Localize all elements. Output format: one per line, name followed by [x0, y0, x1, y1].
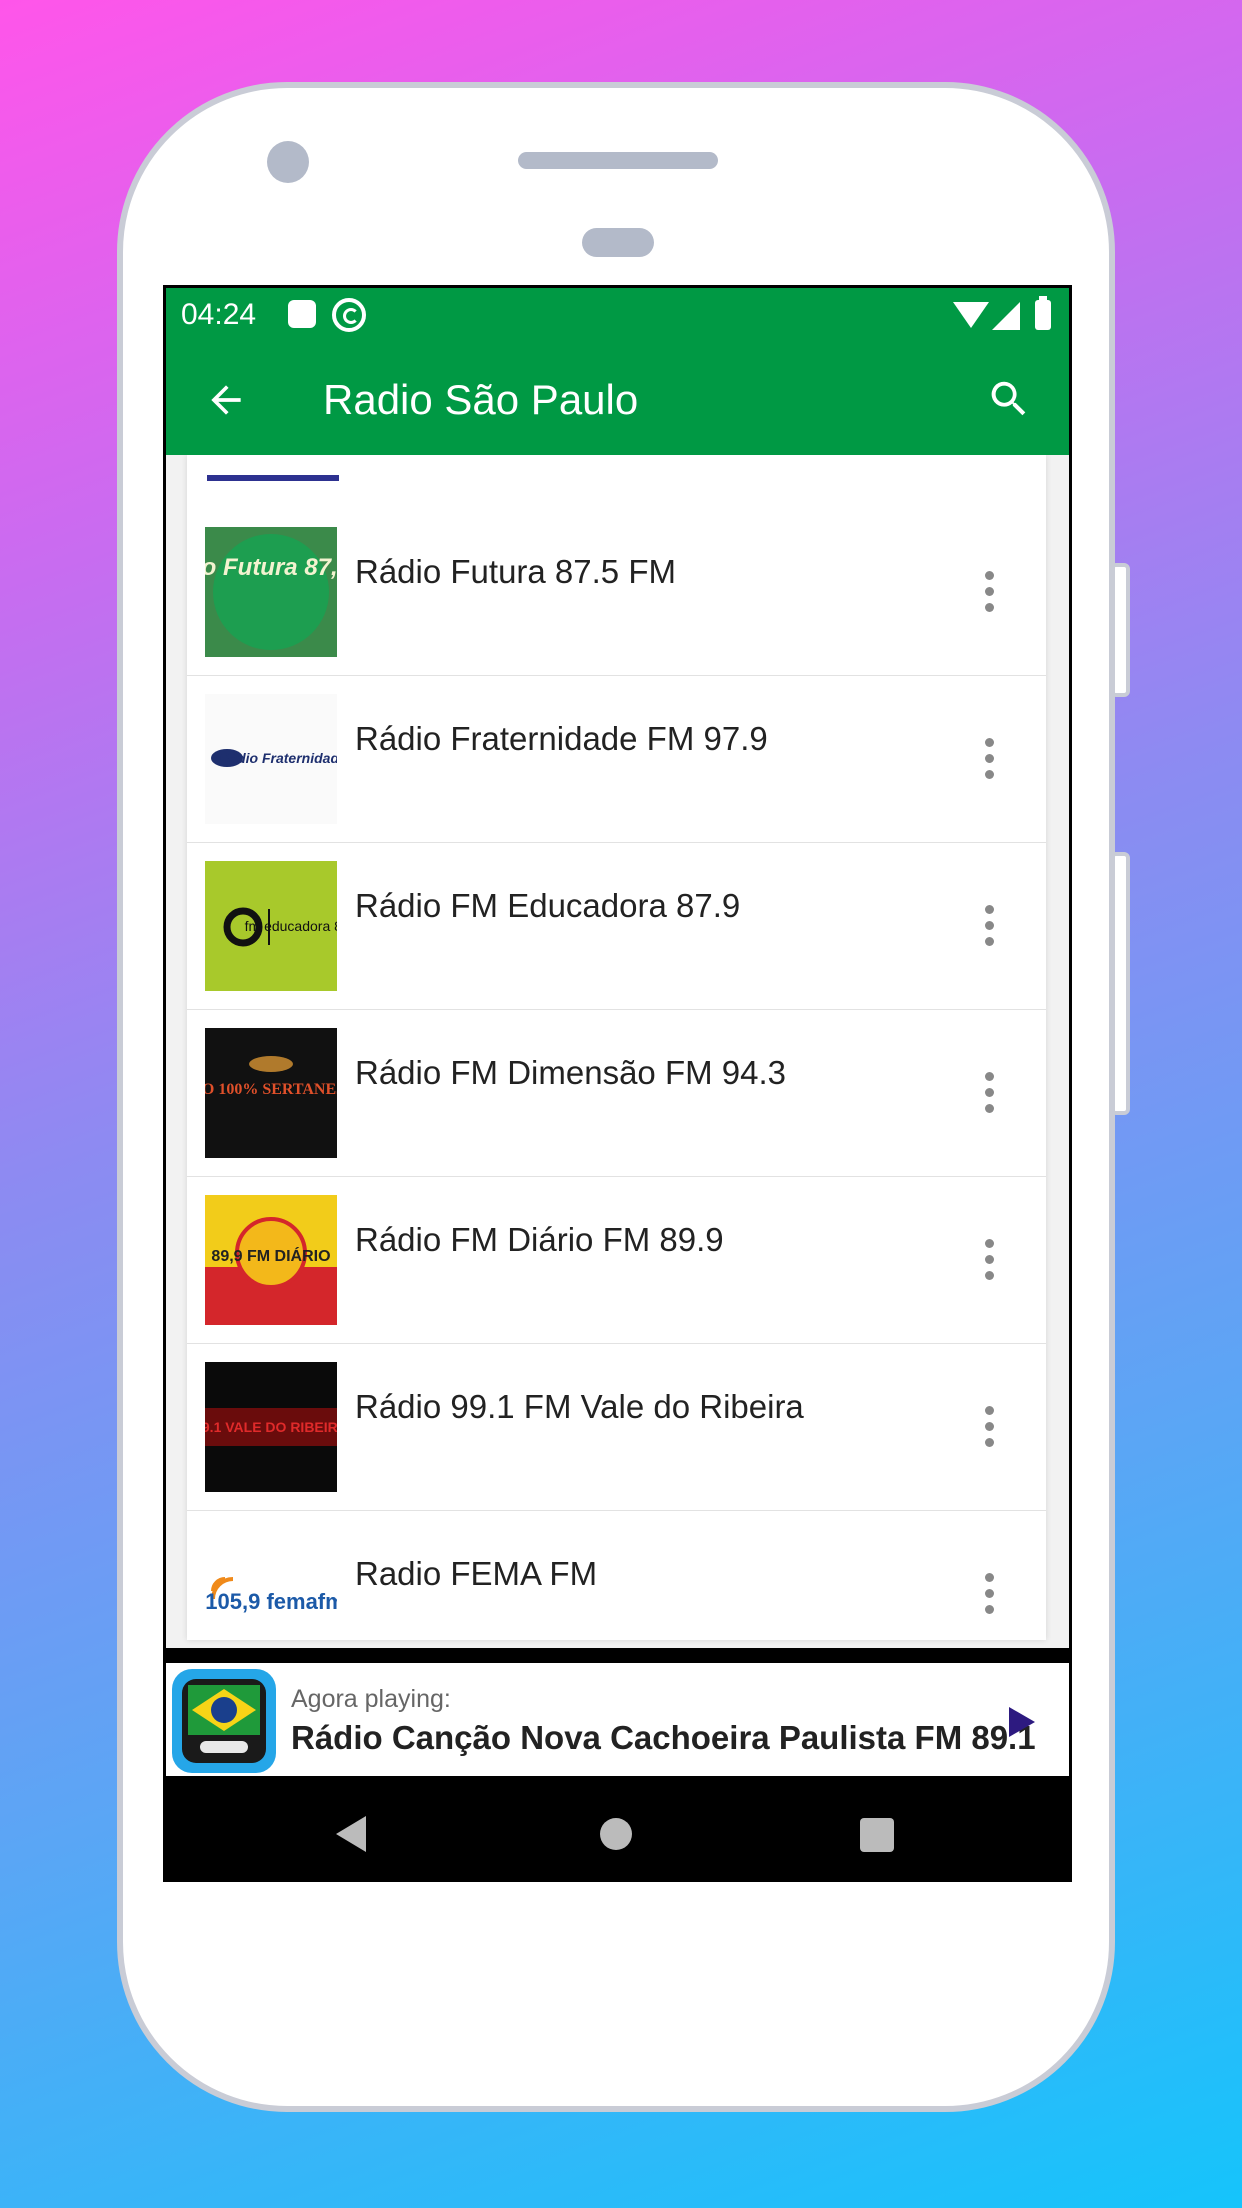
- station-item-educadora[interactable]: fm educadora 87.9 Rádio FM Educadora 87.…: [187, 843, 1046, 1011]
- station-item-diario[interactable]: 89,9 FM DIÁRIO Rádio FM Diário FM 89.9: [187, 1177, 1046, 1345]
- now-playing-label: Agora playing:: [291, 1685, 451, 1713]
- front-camera: [267, 141, 309, 183]
- station-logo: 89,9 FM DIÁRIO: [205, 1195, 337, 1325]
- page-title: Radio São Paulo: [323, 376, 639, 423]
- search-icon[interactable]: [986, 376, 1032, 422]
- station-logo: fm educadora 87.9: [205, 861, 337, 991]
- now-playing-bar[interactable]: Agora playing: Rádio Canção Nova Cachoei…: [166, 1663, 1069, 1776]
- more-vert-icon[interactable]: [982, 1239, 996, 1281]
- station-logo: Radio Futura 87,5 FM: [205, 527, 337, 657]
- nav-home-icon[interactable]: [600, 1818, 632, 1850]
- logo-text: 89,9 FM DIÁRIO: [211, 1246, 330, 1265]
- station-item-dimensao[interactable]: DIMENSÃO 100% SERTANEJA 94.3 FM Rádio FM…: [187, 1010, 1046, 1178]
- wifi-icon: [953, 302, 989, 328]
- station-item-futura[interactable]: Radio Futura 87,5 FM Rádio Futura 87.5 F…: [187, 509, 1046, 677]
- more-vert-icon[interactable]: [982, 1573, 996, 1615]
- more-vert-icon[interactable]: [982, 738, 996, 780]
- notification-at-icon: [332, 298, 366, 332]
- more-vert-icon[interactable]: [982, 1406, 996, 1448]
- station-list[interactable]: Radio Futura 87,5 FM Rádio Futura 87.5 F…: [187, 455, 1046, 1640]
- station-logo: Rádio Fraternidade: [205, 694, 337, 824]
- logo-text: DIMENSÃO 100% SERTANEJA 94.3 FM: [205, 1079, 337, 1098]
- play-icon[interactable]: [1009, 1707, 1035, 1737]
- earpiece-speaker: [518, 152, 718, 169]
- more-vert-icon[interactable]: [982, 905, 996, 947]
- arrow-left-icon[interactable]: [204, 378, 248, 422]
- logo-text: fm educadora 87.9: [245, 918, 337, 934]
- list-item-partial: [187, 455, 1046, 511]
- station-name: Rádio FM Educadora 87.9: [355, 887, 741, 924]
- now-playing-title: Rádio Canção Nova Cachoeira Paulista FM …: [291, 1719, 1036, 1756]
- station-logo: DIMENSÃO 100% SERTANEJA 94.3 FM: [205, 1028, 337, 1158]
- station-item-fema[interactable]: 105,9 femafm Radio FEMA FM: [187, 1511, 1046, 1640]
- nav-back-icon[interactable]: [336, 1816, 366, 1852]
- station-name: Rádio FM Diário FM 89.9: [355, 1221, 724, 1258]
- more-vert-icon[interactable]: [982, 1072, 996, 1114]
- notification-square-icon: [288, 300, 316, 328]
- station-name: Rádio Futura 87.5 FM: [355, 553, 676, 590]
- status-bar: 04:24: [166, 288, 1069, 342]
- battery-icon: [1035, 296, 1051, 330]
- system-nav-bar: [163, 1776, 1072, 1882]
- station-name: Rádio 99.1 FM Vale do Ribeira: [355, 1388, 804, 1425]
- station-name: Radio FEMA FM: [355, 1555, 598, 1592]
- more-vert-icon[interactable]: [982, 571, 996, 613]
- station-logo: 105,9 femafm: [205, 1529, 337, 1640]
- logo-text: Rádio Fraternidade: [219, 750, 337, 766]
- station-name: Rádio Fraternidade FM 97.9: [355, 720, 768, 757]
- app-bar: Radio São Paulo: [166, 342, 1069, 455]
- station-name: Rádio FM Dimensão FM 94.3: [355, 1054, 786, 1091]
- logo-text: 105,9 femafm: [205, 1589, 337, 1614]
- station-logo: 99.1 VALE DO RIBEIRA: [205, 1362, 337, 1492]
- logo-text: 99.1 VALE DO RIBEIRA: [205, 1419, 337, 1435]
- nav-recents-icon[interactable]: [860, 1818, 894, 1852]
- status-time: 04:24: [181, 298, 257, 331]
- signal-icon: [992, 302, 1020, 330]
- logo-text: Radio Futura 87,5 FM: [205, 554, 337, 581]
- app-logo-brazil-radio-icon: [172, 1669, 276, 1773]
- station-item-vale-ribeira[interactable]: 99.1 VALE DO RIBEIRA Rádio 99.1 FM Vale …: [187, 1344, 1046, 1512]
- station-list-area: Radio Futura 87,5 FM Rádio Futura 87.5 F…: [166, 455, 1069, 1648]
- station-item-fraternidade[interactable]: Rádio Fraternidade Rádio Fraternidade FM…: [187, 676, 1046, 844]
- phone-screen: 04:24 Radio São Paulo Radio Futura 87,: [163, 285, 1072, 1882]
- proximity-sensor: [582, 228, 654, 257]
